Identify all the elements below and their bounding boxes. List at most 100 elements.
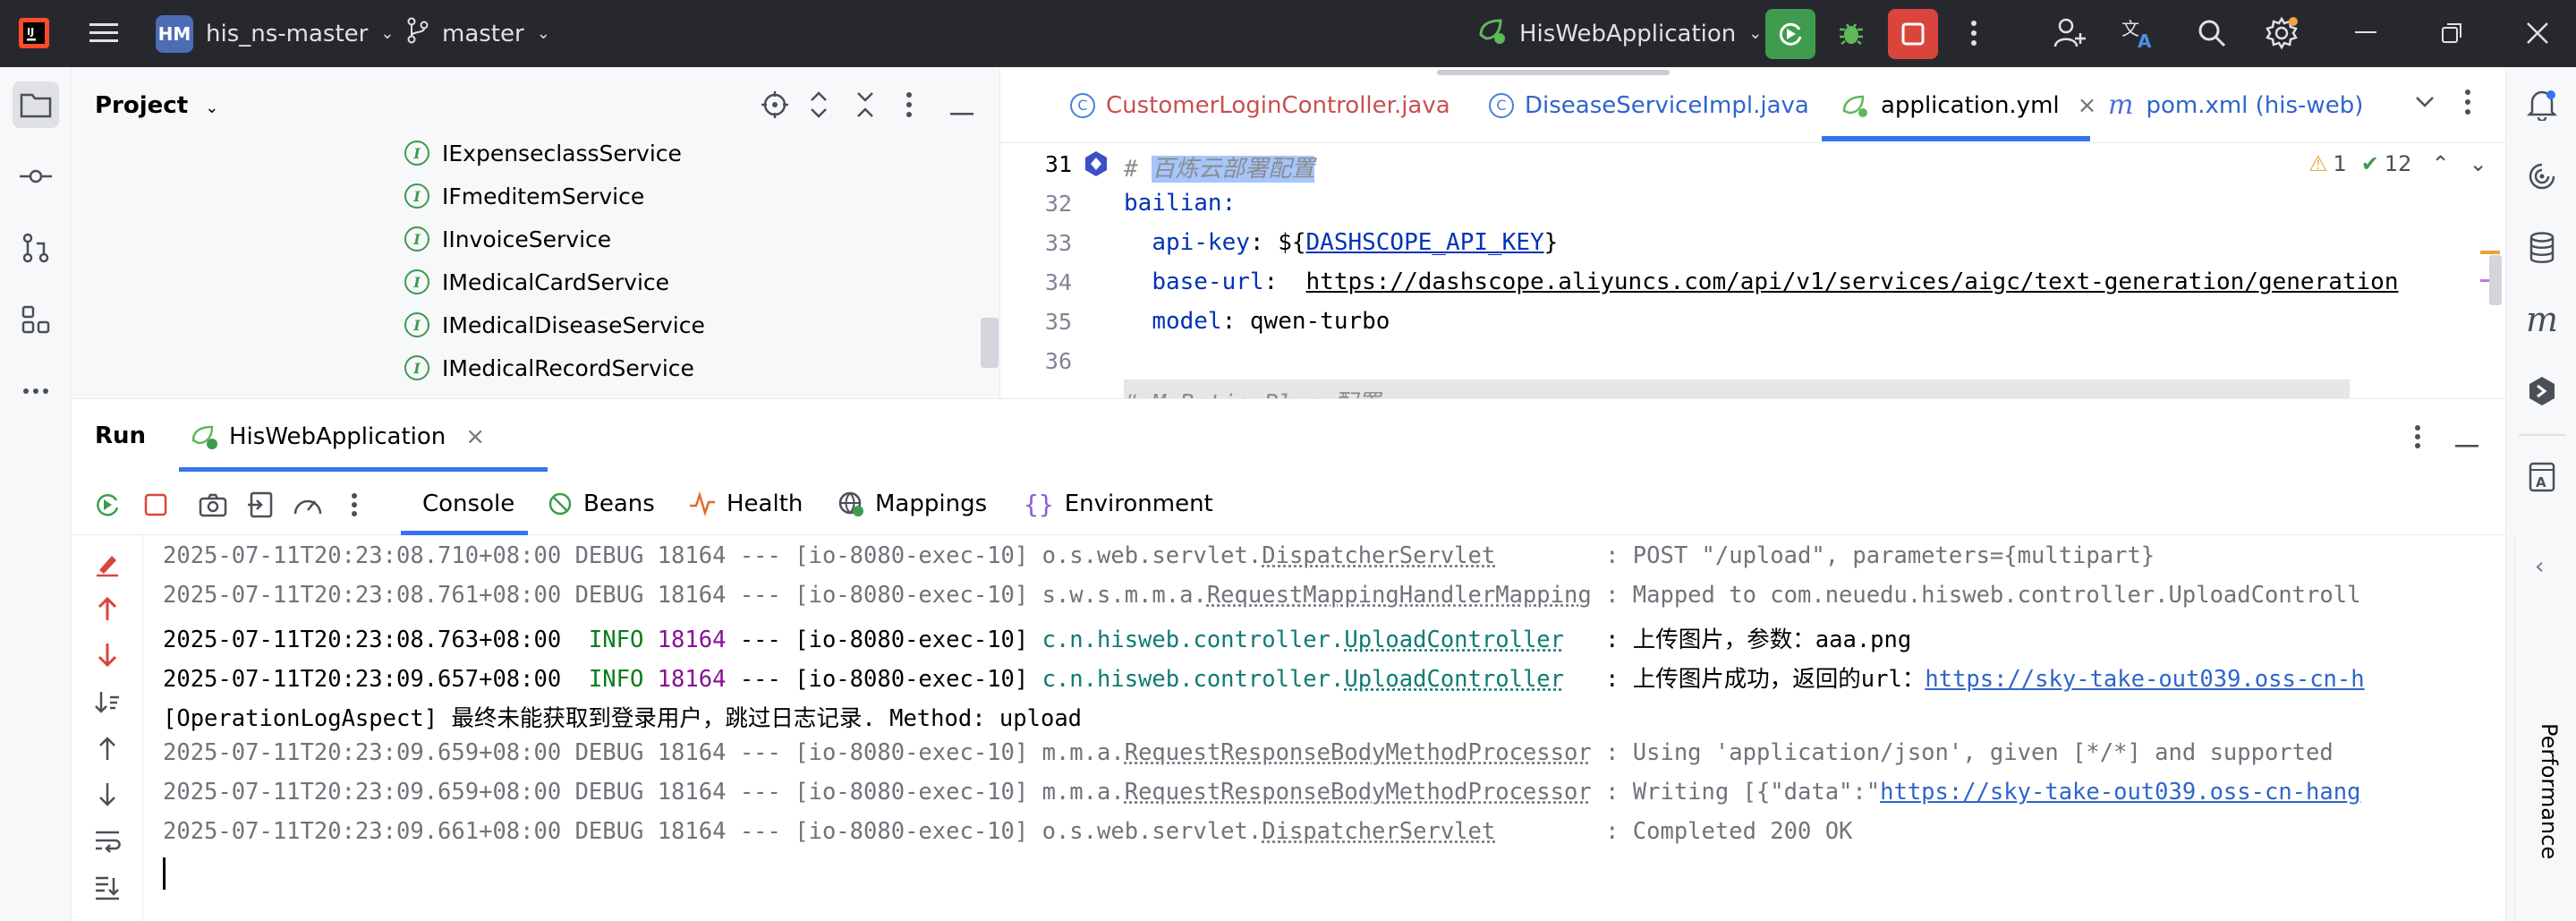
database-icon[interactable] (2519, 225, 2565, 271)
camera-icon[interactable] (199, 492, 227, 521)
tab-environment[interactable]: {} Environment (1024, 473, 1213, 535)
ai-assistant-icon[interactable] (2519, 153, 2565, 200)
warning-stripe-marker[interactable] (2480, 251, 2500, 254)
arrow-down-icon[interactable] (89, 637, 125, 673)
tree-item[interactable]: I IMedicalRecordService (404, 350, 694, 386)
structure-icon[interactable] (13, 296, 59, 343)
restore-window-icon[interactable] (2434, 15, 2470, 51)
more-vertical-icon[interactable] (2414, 424, 2421, 453)
console-log-line[interactable]: 2025-07-11T20:23:09.659+08:00 DEBUG 1816… (163, 739, 2334, 766)
sort-down-icon[interactable] (89, 684, 125, 720)
tab-application-yml[interactable]: application.yml × (1841, 85, 2096, 125)
console-url-link[interactable]: https://sky-take-out039.oss-cn-h (1925, 666, 2364, 693)
gradle-plugin-icon[interactable] (2519, 368, 2565, 414)
console-url-link[interactable]: https://sky-take-out039.oss-cn-hang (1880, 779, 2360, 806)
code-line-31[interactable]: # 百炼云部署配置 (1124, 150, 1314, 183)
ai-assistant-gutter-icon[interactable] (1083, 150, 1109, 181)
url-link[interactable]: https://dashscope.aliyuncs.com/api/v1/se… (1306, 269, 2399, 295)
tab-customer-login-controller[interactable]: C CustomerLoginController.java (1070, 85, 1450, 125)
close-tab-icon[interactable]: × (465, 423, 485, 450)
main-menu-icon[interactable] (86, 15, 122, 51)
translate-icon[interactable]: 文A (2121, 15, 2156, 51)
console-log-line[interactable]: 2025-07-11T20:23:09.657+08:00 INFO 18164… (163, 661, 2365, 694)
tab-pom-xml[interactable]: m pom.xml (his-web) (2108, 85, 2363, 125)
markdown-preview-icon[interactable]: A (2519, 454, 2565, 500)
code-line-32[interactable]: bailian: (1124, 190, 1236, 217)
tab-disease-service-impl[interactable]: C DiseaseServiceImpl.java (1489, 85, 1809, 125)
project-selector[interactable]: HM his_ns-master ⌄ (156, 0, 394, 67)
tab-health[interactable]: Health (689, 473, 803, 535)
chevron-down-icon[interactable]: ⌄ (2470, 151, 2487, 176)
debug-icon[interactable] (1833, 15, 1869, 51)
project-scrollbar[interactable] (981, 318, 999, 368)
tree-item[interactable]: I IInvoiceService (404, 221, 611, 257)
close-window-icon[interactable] (2520, 15, 2555, 51)
console-log-line[interactable]: 2025-07-11T20:23:08.710+08:00 DEBUG 1816… (163, 542, 2155, 569)
console-log-line[interactable]: 2025-07-11T20:23:08.763+08:00 INFO 18164… (163, 621, 1911, 654)
collapse-chevron-icon[interactable]: ‹ (2535, 553, 2544, 580)
spring-boot-icon (1476, 15, 1509, 52)
next-occurrence-icon[interactable] (89, 777, 125, 813)
code-line-34[interactable]: base-url: https://dashscope.aliyuncs.com… (1124, 269, 2398, 295)
clear-console-icon[interactable] (89, 546, 125, 582)
project-panel-header[interactable]: Project ⌄ (95, 92, 218, 119)
tree-item[interactable]: I IExpenseclassService (404, 135, 682, 171)
minimize-window-icon[interactable] (2348, 15, 2384, 51)
exit-icon[interactable] (247, 490, 274, 523)
code-line-33[interactable]: api-key: ${DASHSCOPE_API_KEY} (1124, 229, 1558, 256)
code-line-35[interactable]: model: qwen-turbo (1124, 308, 1390, 335)
console-log-line[interactable]: 2025-07-11T20:23:08.761+08:00 DEBUG 1816… (163, 582, 2360, 609)
intellij-logo-icon[interactable]: IJ (16, 15, 52, 51)
arrow-up-icon[interactable] (89, 591, 125, 627)
console-output[interactable]: 2025-07-11T20:23:08.710+08:00 DEBUG 1816… (143, 535, 2514, 921)
console-log-line[interactable]: 2025-07-11T20:23:09.659+08:00 DEBUG 1816… (163, 779, 2360, 806)
tree-item[interactable]: I IFmeditemService (404, 178, 644, 214)
stop-button[interactable] (1888, 9, 1938, 59)
tree-item[interactable]: I IMedicalDiseaseService (404, 307, 705, 343)
rerun-icon[interactable] (93, 490, 122, 523)
maven-tool-icon[interactable]: m (2519, 296, 2565, 343)
hide-panel-icon[interactable] (2455, 435, 2478, 452)
pull-requests-icon[interactable] (13, 225, 59, 271)
expand-all-icon[interactable] (807, 90, 830, 123)
project-folder-icon[interactable] (13, 81, 59, 128)
line-number: 34 (1027, 269, 1072, 295)
more-vertical-icon[interactable] (1956, 15, 1992, 51)
editor-tab-bar: C CustomerLoginController.java C Disease… (1000, 67, 2505, 143)
tab-beans[interactable]: Beans (548, 473, 655, 535)
soft-wrap-icon[interactable] (89, 823, 125, 859)
gauge-icon[interactable] (292, 490, 324, 523)
branch-selector[interactable]: master ⌄ (406, 0, 550, 67)
console-log-line[interactable]: 2025-07-11T20:23:09.661+08:00 DEBUG 1816… (163, 818, 1852, 845)
hide-panel-icon[interactable] (950, 103, 973, 120)
inspection-widget[interactable]: ⚠ 1 ✔ 12 ⌃ ⌄ (2308, 151, 2487, 176)
commit-icon[interactable] (13, 153, 59, 200)
stop-icon[interactable] (143, 492, 168, 521)
add-user-icon[interactable] (2053, 15, 2088, 51)
more-horizontal-icon[interactable] (13, 368, 59, 414)
notifications-bell-icon[interactable] (2519, 81, 2565, 128)
close-tab-icon[interactable]: × (2078, 92, 2097, 119)
search-icon[interactable] (2194, 15, 2230, 51)
run-config-selector[interactable]: HisWebApplication ⌄ (1476, 0, 1762, 67)
previous-occurrence-icon[interactable] (89, 730, 125, 766)
rerun-button[interactable] (1765, 9, 1815, 59)
settings-gear-icon[interactable] (2264, 15, 2300, 51)
more-vertical-icon[interactable] (2464, 89, 2471, 119)
options-vertical-icon[interactable] (905, 90, 913, 123)
console-input-caret[interactable] (163, 857, 166, 890)
scroll-to-end-icon[interactable] (89, 870, 125, 906)
console-log-line[interactable]: [OperationLogAspect] 最终未能获取到登录用户，跳过日志记录.… (163, 700, 1082, 733)
editor-scrollbar[interactable] (2489, 255, 2502, 305)
performance-label: Performance (2537, 723, 2562, 859)
chevron-up-icon[interactable]: ⌃ (2431, 151, 2449, 176)
collapse-all-icon[interactable] (854, 90, 877, 123)
run-config-tab[interactable]: HisWebApplication × (190, 419, 485, 455)
more-vertical-icon[interactable] (351, 492, 358, 521)
chevron-down-icon[interactable] (2414, 90, 2436, 115)
tab-mappings[interactable]: Mappings (837, 473, 987, 535)
performance-side-panel[interactable]: ‹ Performance (2514, 535, 2576, 921)
tab-console[interactable]: Console (422, 473, 514, 535)
tree-item[interactable]: I IMedicalCardService (404, 264, 669, 300)
locate-file-icon[interactable] (761, 90, 789, 123)
